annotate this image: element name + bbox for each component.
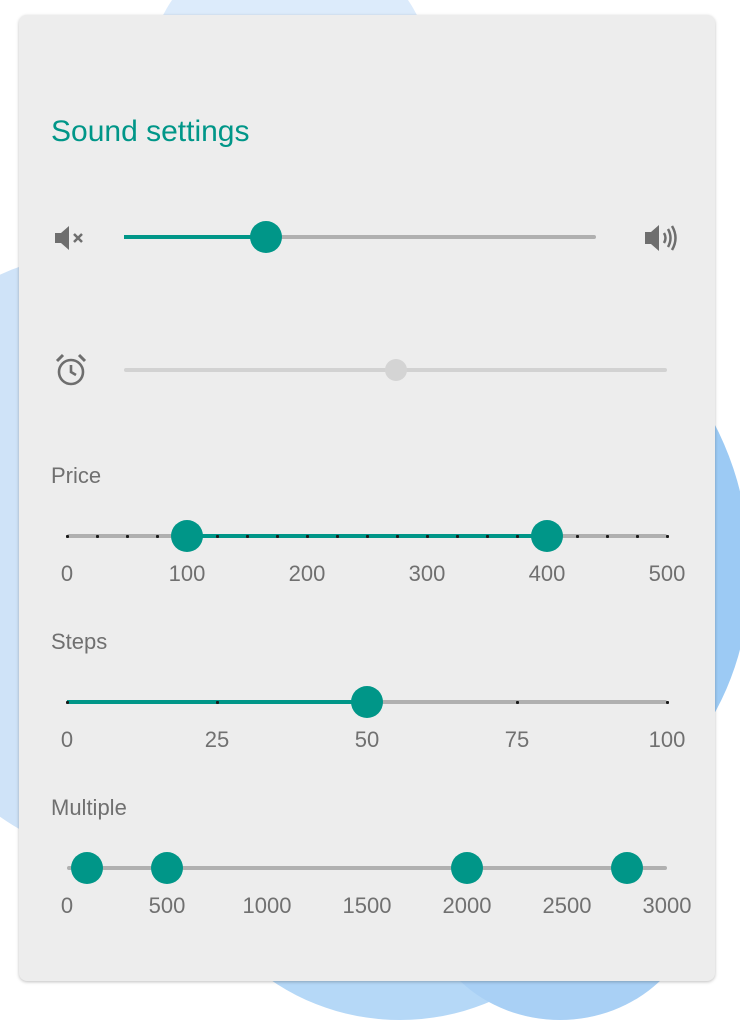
- slider-tick-mark: [425, 534, 429, 538]
- slider-tick-mark: [635, 534, 639, 538]
- slider-tick-mark: [515, 700, 519, 704]
- slider-track-fill: [124, 235, 266, 239]
- slider-tick-mark: [455, 534, 459, 538]
- page-title: Sound settings: [51, 115, 250, 148]
- slider-thumb[interactable]: [351, 686, 383, 718]
- slider-thumb[interactable]: [611, 852, 643, 884]
- steps-label: Steps: [51, 629, 108, 654]
- slider-tick-mark: [275, 534, 279, 538]
- slider-tick-mark: [155, 534, 159, 538]
- slider-tick-mark: [245, 534, 249, 538]
- slider-thumb[interactable]: [249, 221, 282, 253]
- slider-thumb[interactable]: [151, 852, 183, 884]
- slider-thumb[interactable]: [71, 852, 103, 884]
- slider-tick-mark: [305, 534, 309, 538]
- slider-tick-label: 100: [648, 727, 686, 752]
- slider-tick-mark: [215, 534, 219, 538]
- slider-tick-mark: [605, 534, 609, 538]
- slider-tick-mark: [215, 700, 219, 704]
- slider-tick-mark: [125, 534, 129, 538]
- slider-tick-label: 2000: [442, 893, 492, 918]
- slider-tick-mark: [65, 534, 69, 538]
- slider-tick-mark: [365, 534, 369, 538]
- slider-tick-label: 1000: [242, 893, 292, 918]
- slider-tick-label: 25: [204, 727, 230, 752]
- slider-tick-label: 300: [408, 561, 446, 586]
- slider-thumb[interactable]: [531, 520, 563, 552]
- slider-tick-label: 0: [60, 893, 74, 918]
- slider-tick-label: 200: [288, 561, 326, 586]
- slider-tick-mark: [665, 534, 669, 538]
- slider-tick-mark: [335, 534, 339, 538]
- slider-tick-mark: [515, 534, 519, 538]
- slider-tick-label: 0: [60, 727, 74, 752]
- slider-tick-label: 400: [528, 561, 566, 586]
- slider-thumb: [384, 359, 407, 381]
- slider-tick-mark: [665, 700, 669, 704]
- slider-thumb[interactable]: [451, 852, 483, 884]
- slider-tick-label: 100: [168, 561, 206, 586]
- slider-tick-label: 500: [648, 561, 686, 586]
- slider-tick-label: 0: [60, 561, 74, 586]
- slider-tick-mark: [95, 534, 99, 538]
- slider-tick-mark: [65, 700, 69, 704]
- slider-tick-mark: [485, 534, 489, 538]
- price-label: Price: [51, 463, 102, 488]
- slider-tick-label: 3000: [642, 893, 692, 918]
- slider-tick-label: 2500: [542, 893, 592, 918]
- alarm-clock-icon: [53, 352, 89, 393]
- multiple-label: Multiple: [51, 795, 127, 820]
- slider-tick-mark: [575, 534, 579, 538]
- settings-card: Sound settings Price 0 100 200 300 400 500 St…: [19, 15, 715, 981]
- slider-thumb[interactable]: [171, 520, 203, 552]
- slider-tick-label: 75: [504, 727, 530, 752]
- slider-tick-label: 50: [354, 727, 380, 752]
- slider-tick-label: 500: [148, 893, 186, 918]
- volume-mute-icon: [53, 223, 89, 258]
- slider-tick-label: 1500: [342, 893, 392, 918]
- slider-tick-mark: [395, 534, 399, 538]
- volume-up-icon: [643, 221, 683, 260]
